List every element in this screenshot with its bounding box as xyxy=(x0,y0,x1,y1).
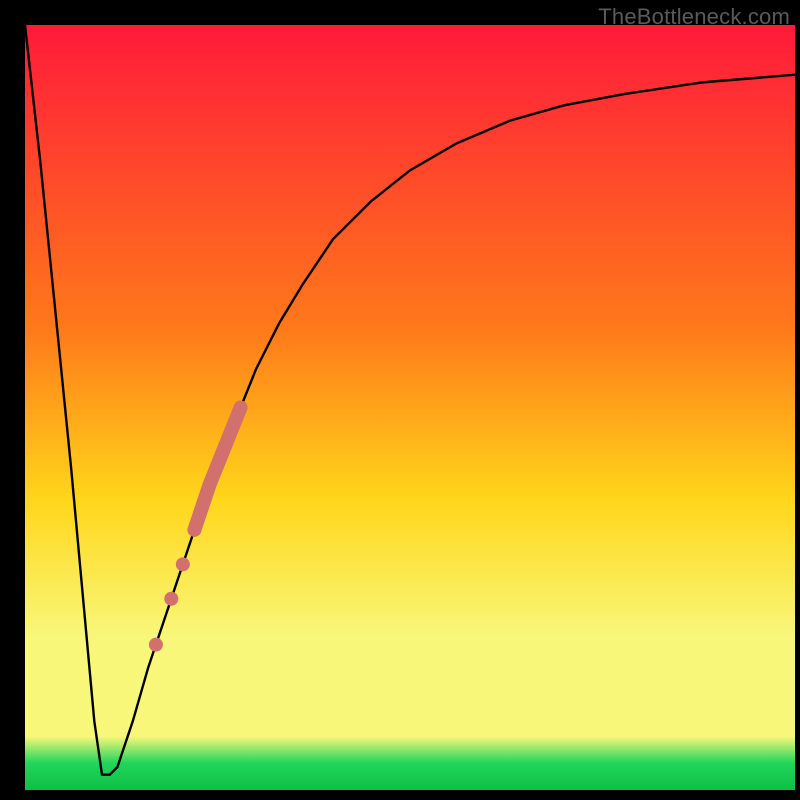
chart-container: TheBottleneck.com xyxy=(0,0,800,800)
chart-background-gradient xyxy=(25,25,795,790)
bottleneck-chart xyxy=(0,0,800,800)
highlight-dot xyxy=(164,592,178,606)
highlight-dot xyxy=(149,638,163,652)
highlight-dot xyxy=(176,557,190,571)
